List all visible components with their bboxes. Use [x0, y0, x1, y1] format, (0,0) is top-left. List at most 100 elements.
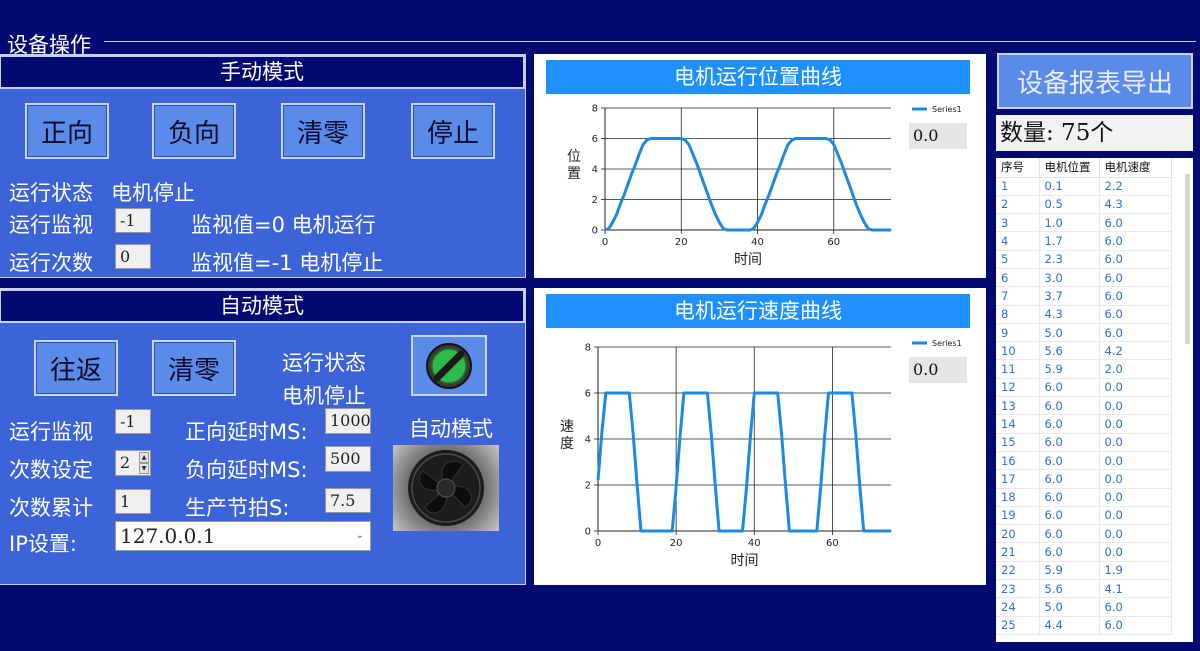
data-point	[628, 392, 630, 394]
table-cell: 5.9	[1039, 359, 1100, 379]
data-point	[810, 137, 812, 140]
data-point	[634, 163, 637, 166]
data-point	[650, 137, 652, 140]
table-cell: 6.0	[1099, 616, 1172, 635]
count-total-field[interactable]: 1	[115, 489, 151, 514]
table-row[interactable]: 9 5.0 6.0	[996, 323, 1172, 343]
data-point	[784, 484, 787, 486]
table-scrollbar[interactable]	[1185, 174, 1190, 344]
speed-chart-card: 电机运行速度曲线 0 2 4 6 8 0 20 40 60 时间速度 Series1 0.0	[534, 288, 986, 585]
data-point	[829, 139, 831, 141]
data-point	[620, 392, 623, 394]
fan-image	[393, 445, 499, 531]
table-row[interactable]: 12 6.0 0.0	[996, 378, 1172, 398]
data-point	[870, 530, 873, 532]
count-set-stepper[interactable]: 2 ▲ ▼	[115, 450, 151, 476]
auto-monitor-field[interactable]: -1	[115, 409, 151, 434]
table-row[interactable]: 6 3.0 6.0	[996, 268, 1172, 288]
table-cell: 6	[996, 268, 1040, 288]
table-cell: 0.0	[1099, 433, 1172, 452]
data-point	[866, 530, 869, 532]
table-row[interactable]: 7 3.7 6.0	[996, 286, 1172, 306]
roundtrip-button[interactable]: 往返	[34, 340, 118, 396]
data-point	[687, 392, 689, 394]
reverse-button[interactable]: 负向	[152, 103, 236, 159]
data-point	[624, 392, 626, 394]
table-row[interactable]: 24 5.0 6.0	[996, 597, 1172, 617]
table-cell: 16	[996, 451, 1040, 471]
table-row[interactable]: 23 5.6 4.1	[996, 579, 1172, 599]
forward-delay-field[interactable]: 1000	[325, 408, 371, 434]
stepper-up-icon[interactable]: ▲	[139, 452, 149, 463]
manual-monitor-field[interactable]: -1	[115, 208, 151, 233]
data-point	[788, 530, 791, 532]
table-cell: 0.5	[1039, 195, 1100, 215]
data-point	[863, 221, 865, 223]
tick-label-y: 2	[592, 195, 598, 206]
table-row[interactable]: 16 6.0 0.0	[996, 451, 1172, 471]
ip-select[interactable]: 127.0.0.1 ⌄	[115, 521, 371, 551]
table-row[interactable]: 18 6.0 0.0	[996, 488, 1172, 507]
data-point	[714, 214, 717, 216]
auto-clear-button[interactable]: 清零	[152, 340, 236, 396]
table-cell: 2	[996, 195, 1040, 215]
data-point	[804, 530, 806, 532]
reverse-delay-field[interactable]: 500	[325, 446, 371, 472]
data-point	[859, 484, 861, 486]
stop-button[interactable]: 停止	[411, 103, 495, 159]
table-cell: 10	[996, 341, 1040, 361]
table-cell: 3.7	[1039, 286, 1100, 306]
table-row[interactable]: 13 6.0 0.0	[996, 396, 1172, 416]
table-cell: 6.0	[1099, 323, 1172, 343]
table-row[interactable]: 15 6.0 0.0	[996, 433, 1172, 452]
data-point	[695, 162, 698, 164]
manual-count-field[interactable]: 0	[115, 244, 151, 269]
table-row[interactable]: 3 1.0 6.0	[996, 213, 1172, 233]
data-point	[710, 433, 712, 435]
data-point	[623, 194, 625, 196]
table-row[interactable]: 8 4.3 6.0	[996, 305, 1172, 324]
data-point	[867, 227, 869, 230]
table-row[interactable]: 11 5.9 2.0	[996, 359, 1172, 379]
table-row[interactable]: 5 2.3 6.0	[996, 250, 1172, 269]
record-count: 数量: 75个	[996, 115, 1193, 151]
table-row[interactable]: 25 4.4 6.0	[996, 616, 1172, 635]
data-table[interactable]: 序号 电机位置 电机速度 1 0.1 2.2 2 0.5 4.3 3 1.0 6.0 4 1.7 6.…	[996, 158, 1193, 642]
table-row[interactable]: 2 0.5 4.3	[996, 195, 1172, 215]
table-row[interactable]: 21 6.0 0.0	[996, 542, 1172, 562]
table-row[interactable]: 4 1.7 6.0	[996, 231, 1172, 251]
table-row[interactable]: 10 5.6 4.2	[996, 341, 1172, 361]
data-point	[703, 183, 705, 185]
data-point	[695, 392, 697, 394]
table-cell: 0.0	[1099, 414, 1172, 434]
forward-button[interactable]: 正向	[25, 103, 109, 159]
data-point	[795, 137, 797, 140]
speed-chart: 0 2 4 6 8 0 20 40 60 时间 速度 Series1	[560, 339, 962, 569]
data-point	[632, 433, 634, 435]
table-row[interactable]: 17 6.0 0.0	[996, 469, 1172, 489]
table-row[interactable]: 22 5.9 1.9	[996, 561, 1172, 581]
table-cell: 6.0	[1039, 506, 1100, 526]
manual-clear-button[interactable]: 清零	[281, 103, 365, 159]
data-point	[659, 530, 662, 532]
cycle-time-field[interactable]: 7.5	[325, 488, 371, 513]
y-axis-label: 位	[567, 149, 581, 165]
reverse-delay-label: 负向延时MS:	[185, 458, 308, 482]
table-cell: 0.0	[1099, 488, 1172, 507]
table-cell: 23	[996, 579, 1040, 599]
table-cell: 21	[996, 542, 1040, 562]
tick-label-x: 40	[751, 237, 764, 248]
table-row[interactable]: 1 0.1 2.2	[996, 177, 1172, 196]
table-cell: 6.0	[1099, 268, 1172, 288]
table-cell: 6.0	[1039, 396, 1100, 416]
chevron-down-icon[interactable]: ⌄	[356, 522, 364, 550]
monitor-hint-running: 监视值=0 电机运行	[191, 213, 376, 237]
table-row[interactable]: 19 6.0 0.0	[996, 506, 1172, 526]
stepper-down-icon[interactable]: ▼	[139, 463, 149, 474]
table-cell: 2.0	[1099, 359, 1172, 379]
data-point	[679, 436, 681, 438]
table-row[interactable]: 14 6.0 0.0	[996, 414, 1172, 434]
export-report-button[interactable]: 设备报表导出	[997, 53, 1193, 109]
auto-switch-button[interactable]	[411, 335, 487, 396]
table-row[interactable]: 20 6.0 0.0	[996, 524, 1172, 544]
